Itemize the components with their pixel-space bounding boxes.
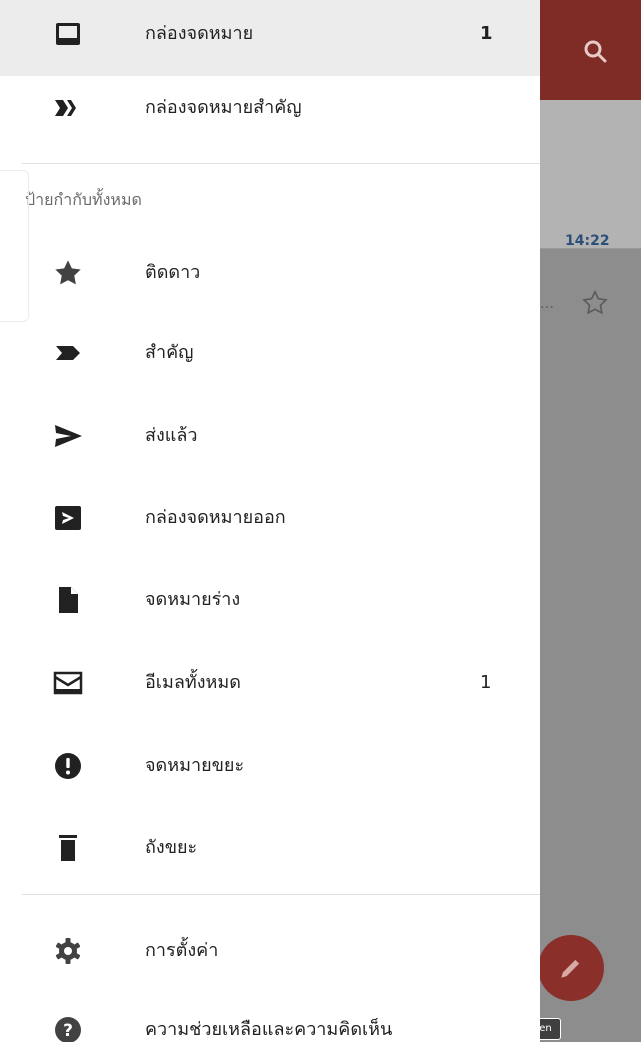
drawer-item-label: ส่งแล้ว	[145, 425, 198, 446]
unread-count: 1	[480, 23, 493, 44]
help-icon: ?	[52, 1014, 84, 1042]
send-icon	[52, 420, 84, 452]
drawer-item-label: ติดดาว	[145, 262, 201, 283]
drawer-item-label: ความช่วยเหลือและความคิดเห็น	[145, 1019, 393, 1040]
drawer-item-sent[interactable]: ส่งแล้ว	[0, 394, 540, 478]
spam-icon	[52, 750, 84, 782]
email-snippet: …	[540, 296, 554, 312]
unread-count: 1	[480, 672, 492, 693]
drawer-item-starred[interactable]: ติดดาว	[0, 231, 540, 315]
divider	[22, 894, 540, 895]
email-time: 14:22	[565, 233, 610, 249]
drawer-item-label: การตั้งค่า	[145, 940, 219, 961]
drawer-item-label: กล่องจดหมาย	[145, 23, 254, 44]
drawer-item-drafts[interactable]: จดหมายร่าง	[0, 558, 540, 642]
search-icon[interactable]	[576, 32, 616, 72]
star-outline-icon[interactable]	[580, 288, 610, 318]
drawer-item-important[interactable]: สำคัญ	[0, 311, 540, 395]
drawer-item-label: สำคัญ	[145, 342, 194, 363]
draft-icon	[52, 584, 84, 616]
drawer-item-all-mail[interactable]: อีเมลทั้งหมด 1	[0, 641, 540, 725]
priority-inbox-icon	[52, 92, 84, 124]
drawer-item-label: อีเมลทั้งหมด	[145, 672, 241, 693]
all-mail-icon	[52, 667, 84, 699]
drawer-item-trash[interactable]: ถังขยะ	[0, 806, 540, 890]
drawer-item-outbox[interactable]: กล่องจดหมายออก	[0, 476, 540, 560]
labels-section-header: ป้ายกำกับทั้งหมด	[25, 190, 142, 209]
outbox-icon	[52, 502, 84, 534]
settings-gear-icon	[52, 935, 84, 967]
navigation-drawer: กล่องจดหมาย 1 กล่องจดหมายสำคัญ ป้ายกำกับ…	[0, 0, 540, 1042]
drawer-item-label: กล่องจดหมายสำคัญ	[145, 97, 302, 118]
divider	[22, 163, 540, 164]
important-icon	[52, 337, 84, 369]
pencil-icon	[561, 959, 580, 978]
drawer-item-settings[interactable]: การตั้งค่า	[0, 909, 540, 993]
drawer-item-inbox[interactable]: กล่องจดหมาย 1	[0, 0, 540, 76]
star-icon	[52, 257, 84, 289]
trash-icon	[52, 832, 84, 864]
compose-button[interactable]	[538, 935, 604, 1001]
svg-text:?: ?	[63, 1021, 73, 1041]
drawer-item-label: กล่องจดหมายออก	[145, 507, 286, 528]
inbox-icon	[52, 18, 84, 50]
drawer-item-spam[interactable]: จดหมายขยะ	[0, 724, 540, 808]
drawer-item-priority-inbox[interactable]: กล่องจดหมายสำคัญ	[0, 66, 540, 150]
drawer-item-label: จดหมายร่าง	[145, 589, 241, 610]
drawer-item-help[interactable]: ? ความช่วยเหลือและความคิดเห็น	[0, 988, 540, 1042]
drawer-item-label: ถังขยะ	[145, 837, 198, 858]
drawer-item-label: จดหมายขยะ	[145, 755, 245, 776]
